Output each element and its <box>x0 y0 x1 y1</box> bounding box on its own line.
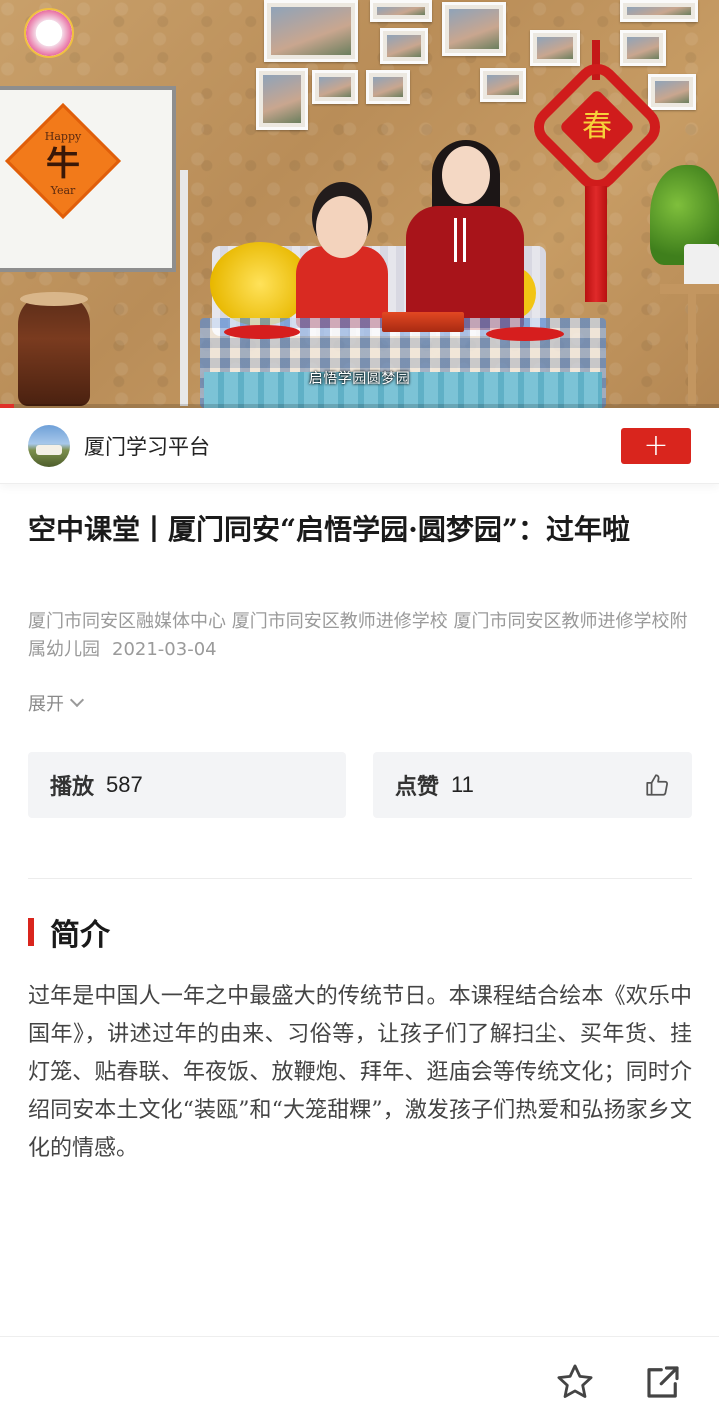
heading-accent-bar <box>28 918 34 946</box>
page-title: 空中课堂丨厦门同安“启悟学园·圆梦园”：过年啦 <box>28 513 630 546</box>
intro-heading-text: 简介 <box>50 918 110 953</box>
play-label: 播放 <box>50 775 95 800</box>
wall-photo <box>648 74 696 110</box>
video-player[interactable]: Happy 牛 Year 春 启悟学园圆梦园 <box>0 0 719 408</box>
thumbs-up-icon <box>646 774 668 796</box>
wall-photo <box>620 30 666 66</box>
wall-photo <box>442 2 506 56</box>
publisher-avatar[interactable] <box>28 424 70 467</box>
expand-button[interactable]: 展开 <box>28 690 85 716</box>
intro-heading: 简介 <box>28 910 110 954</box>
bottom-action-bar <box>0 1336 719 1426</box>
wall-photo <box>480 68 526 102</box>
yellow-pillow <box>210 242 310 326</box>
kindergarten-logo <box>24 8 74 58</box>
like-count: 11 <box>451 772 474 797</box>
wall-photo <box>370 0 432 22</box>
article-date: 2021-03-04 <box>112 639 217 660</box>
wall-photo <box>312 70 358 104</box>
card-bottom-text: Year <box>50 184 76 197</box>
drum <box>18 294 90 406</box>
picture-book <box>382 312 464 332</box>
intro-body: 过年是中国人一年之中最盛大的传统节日。本课程结合绘本《欢乐中国年》，讲述过年的由… <box>28 984 692 1161</box>
section-divider <box>28 878 692 879</box>
new-year-card-text: Happy 牛 Year <box>30 130 96 198</box>
card-char: 牛 <box>46 144 80 184</box>
like-button[interactable]: 点赞 11 <box>373 752 692 818</box>
like-label: 点赞 <box>395 775 440 800</box>
knot-char: 春 <box>582 109 612 144</box>
drum-top <box>20 292 88 306</box>
share-icon[interactable] <box>642 1361 684 1403</box>
teacher-face <box>442 146 490 204</box>
red-plate <box>224 325 300 339</box>
chevron-down-icon <box>69 692 85 708</box>
child-face <box>316 196 368 258</box>
card-top-text: Happy <box>44 130 82 143</box>
play-count-card: 播放 587 <box>28 752 346 818</box>
knot-tassel <box>585 186 607 302</box>
wall-photo <box>380 28 428 64</box>
child <box>296 246 388 328</box>
play-count: 587 <box>106 772 143 797</box>
wall-photo <box>264 0 358 62</box>
publisher-bar: 厦门学习平台 + <box>0 408 719 484</box>
red-plate <box>486 327 564 341</box>
follow-button[interactable]: + <box>621 427 691 464</box>
wall-photo <box>256 68 308 130</box>
expand-label: 展开 <box>28 694 64 715</box>
video-subtitle: 启悟学园圆梦园 <box>308 371 411 387</box>
shelf-leg <box>688 290 696 406</box>
article-meta: 厦门市同安区融媒体中心 厦门市同安区教师进修学校 厦门市同安区教师进修学校附属幼… <box>28 608 692 664</box>
wall-photo <box>366 70 410 104</box>
wall-photo <box>620 0 698 22</box>
wall-photo <box>530 30 580 66</box>
star-icon[interactable] <box>554 1361 596 1403</box>
teacher-bow <box>454 218 466 262</box>
publisher-name[interactable]: 厦门学习平台 <box>84 431 621 461</box>
